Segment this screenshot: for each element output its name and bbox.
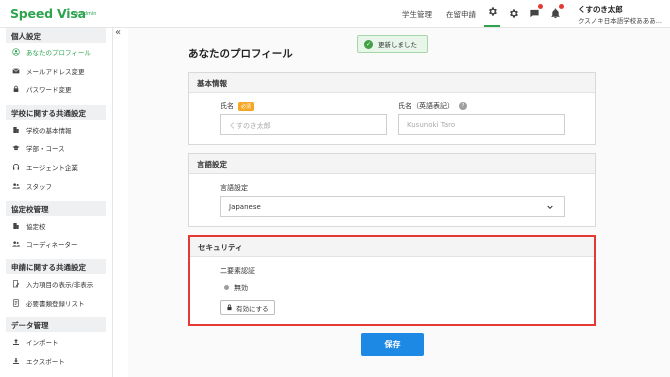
language-heading: 言語設定: [189, 154, 595, 174]
sidebar-item-label: パスワード変更: [26, 86, 72, 94]
sidebar-section-data-management: データ管理: [6, 317, 106, 332]
sidebar-item-staff[interactable]: スタッフ: [12, 180, 108, 192]
lock-icon: [227, 304, 232, 311]
users-icon: [12, 241, 20, 247]
nav-students[interactable]: 学生管理: [402, 9, 432, 20]
upload-icon: [13, 339, 19, 345]
sidebar-item-field-visibility[interactable]: 入力項目の表示/非表示: [12, 278, 108, 290]
building-icon: [13, 223, 19, 229]
envelope-icon: [12, 68, 20, 74]
success-toast: ✓ 更新しました: [357, 35, 428, 53]
settings-gear-icon[interactable]: [484, 5, 500, 27]
graduation-cap-icon: [12, 145, 20, 151]
document-edit-icon: [13, 280, 20, 288]
nav-visa-application[interactable]: 在留申請: [446, 9, 476, 20]
user-name[interactable]: くすのき太郎: [578, 4, 623, 15]
sidebar-item-label: 入力項目の表示/非表示: [26, 281, 94, 289]
chat-badge: [538, 4, 543, 9]
lock-icon: [13, 85, 19, 92]
sidebar-item-school-info[interactable]: 学校の基本情報: [12, 124, 108, 136]
document-icon: [13, 299, 19, 307]
page-title: あなたのプロフィール: [188, 48, 293, 60]
sidebar-item-coordinators[interactable]: コーディネーター: [12, 238, 108, 250]
sidebar-item-label: コーディネーター: [26, 241, 78, 249]
help-icon[interactable]: ?: [459, 102, 467, 110]
sidebar-item-required-documents[interactable]: 必要書類登録リスト: [12, 297, 108, 309]
name-input[interactable]: くすのき太郎: [220, 114, 387, 135]
sidebar-item-export[interactable]: エクスポート: [12, 355, 108, 367]
sidebar-item-label: インポート: [26, 339, 59, 347]
sidebar-item-label: 必要書類登録リスト: [26, 300, 85, 308]
sidebar-section-school-settings: 学校に関する共通設定: [6, 105, 106, 120]
chat-icon[interactable]: [526, 4, 543, 21]
sidebar-item-label: エージェント企業: [26, 164, 78, 172]
sidebar-item-label: メールアドレス変更: [26, 68, 85, 76]
sidebar-item-profile[interactable]: あなたのプロフィール: [12, 46, 108, 58]
user-circle-icon: [12, 48, 20, 56]
name-label: 氏名 必須: [220, 101, 255, 111]
language-select[interactable]: Japanese: [220, 196, 565, 217]
brand-subtitle: for Admin: [72, 11, 97, 17]
name-en-input[interactable]: Kusunoki Taro: [398, 114, 565, 135]
name-en-label: 氏名（英語表記） ?: [398, 101, 467, 111]
name-label-text: 氏名: [220, 102, 234, 110]
download-icon: [13, 358, 19, 364]
notification-badge: [559, 4, 564, 9]
sidebar-item-label: 協定校: [26, 223, 46, 231]
user-organization: クスノキ日本語学校あああ...: [578, 17, 663, 25]
admin-gear-icon[interactable]: [505, 5, 521, 21]
sidebar-item-import[interactable]: インポート: [12, 336, 108, 348]
status-dot-icon: [224, 285, 229, 290]
sidebar-item-label: 学校の基本情報: [26, 127, 72, 135]
headset-icon: [12, 163, 20, 170]
basic-info-heading: 基本情報: [189, 73, 595, 93]
required-badge: 必須: [238, 101, 255, 111]
sidebar-item-departments[interactable]: 学部・コース: [12, 142, 108, 154]
sidebar-section-partner-schools: 協定校管理: [6, 201, 106, 216]
bell-icon[interactable]: [547, 4, 564, 21]
sidebar-section-personal: 個人設定: [6, 28, 106, 43]
building-icon: [13, 127, 19, 133]
sidebar-item-partner-schools[interactable]: 協定校: [12, 220, 108, 232]
name-en-label-text: 氏名（英語表記）: [398, 102, 454, 110]
sidebar-item-password-change[interactable]: パスワード変更: [12, 83, 108, 95]
enable-two-factor-button[interactable]: 有効にする: [220, 300, 275, 315]
sidebar-item-label: あなたのプロフィール: [26, 49, 91, 57]
sidebar-item-label: 学部・コース: [26, 145, 65, 153]
sidebar-item-label: スタッフ: [26, 183, 52, 191]
sidebar-item-email-change[interactable]: メールアドレス変更: [12, 65, 108, 77]
chevron-down-icon: [547, 205, 553, 210]
save-button[interactable]: 保存: [361, 333, 424, 356]
sidebar-section-application-settings: 申請に関する共通設定: [6, 259, 106, 274]
two-factor-label: 二要素認証: [220, 267, 255, 275]
sidebar-item-agents[interactable]: エージェント企業: [12, 161, 108, 173]
users-icon: [12, 183, 20, 189]
security-heading: セキュリティ: [190, 237, 594, 257]
sidebar-item-label: エクスポート: [26, 358, 65, 366]
top-bar: Speed Visa for Admin 学生管理 在留申請 くすのき太郎 クス…: [0, 0, 670, 28]
language-label: 言語設定: [220, 184, 248, 192]
collapse-sidebar-icon[interactable]: «: [115, 28, 127, 40]
language-selected-value: Japanese: [229, 203, 261, 211]
toast-message: 更新しました: [378, 41, 417, 49]
enable-button-label: 有効にする: [236, 304, 269, 313]
two-factor-status: 無効: [234, 284, 248, 292]
check-circle-icon: ✓: [364, 39, 373, 49]
